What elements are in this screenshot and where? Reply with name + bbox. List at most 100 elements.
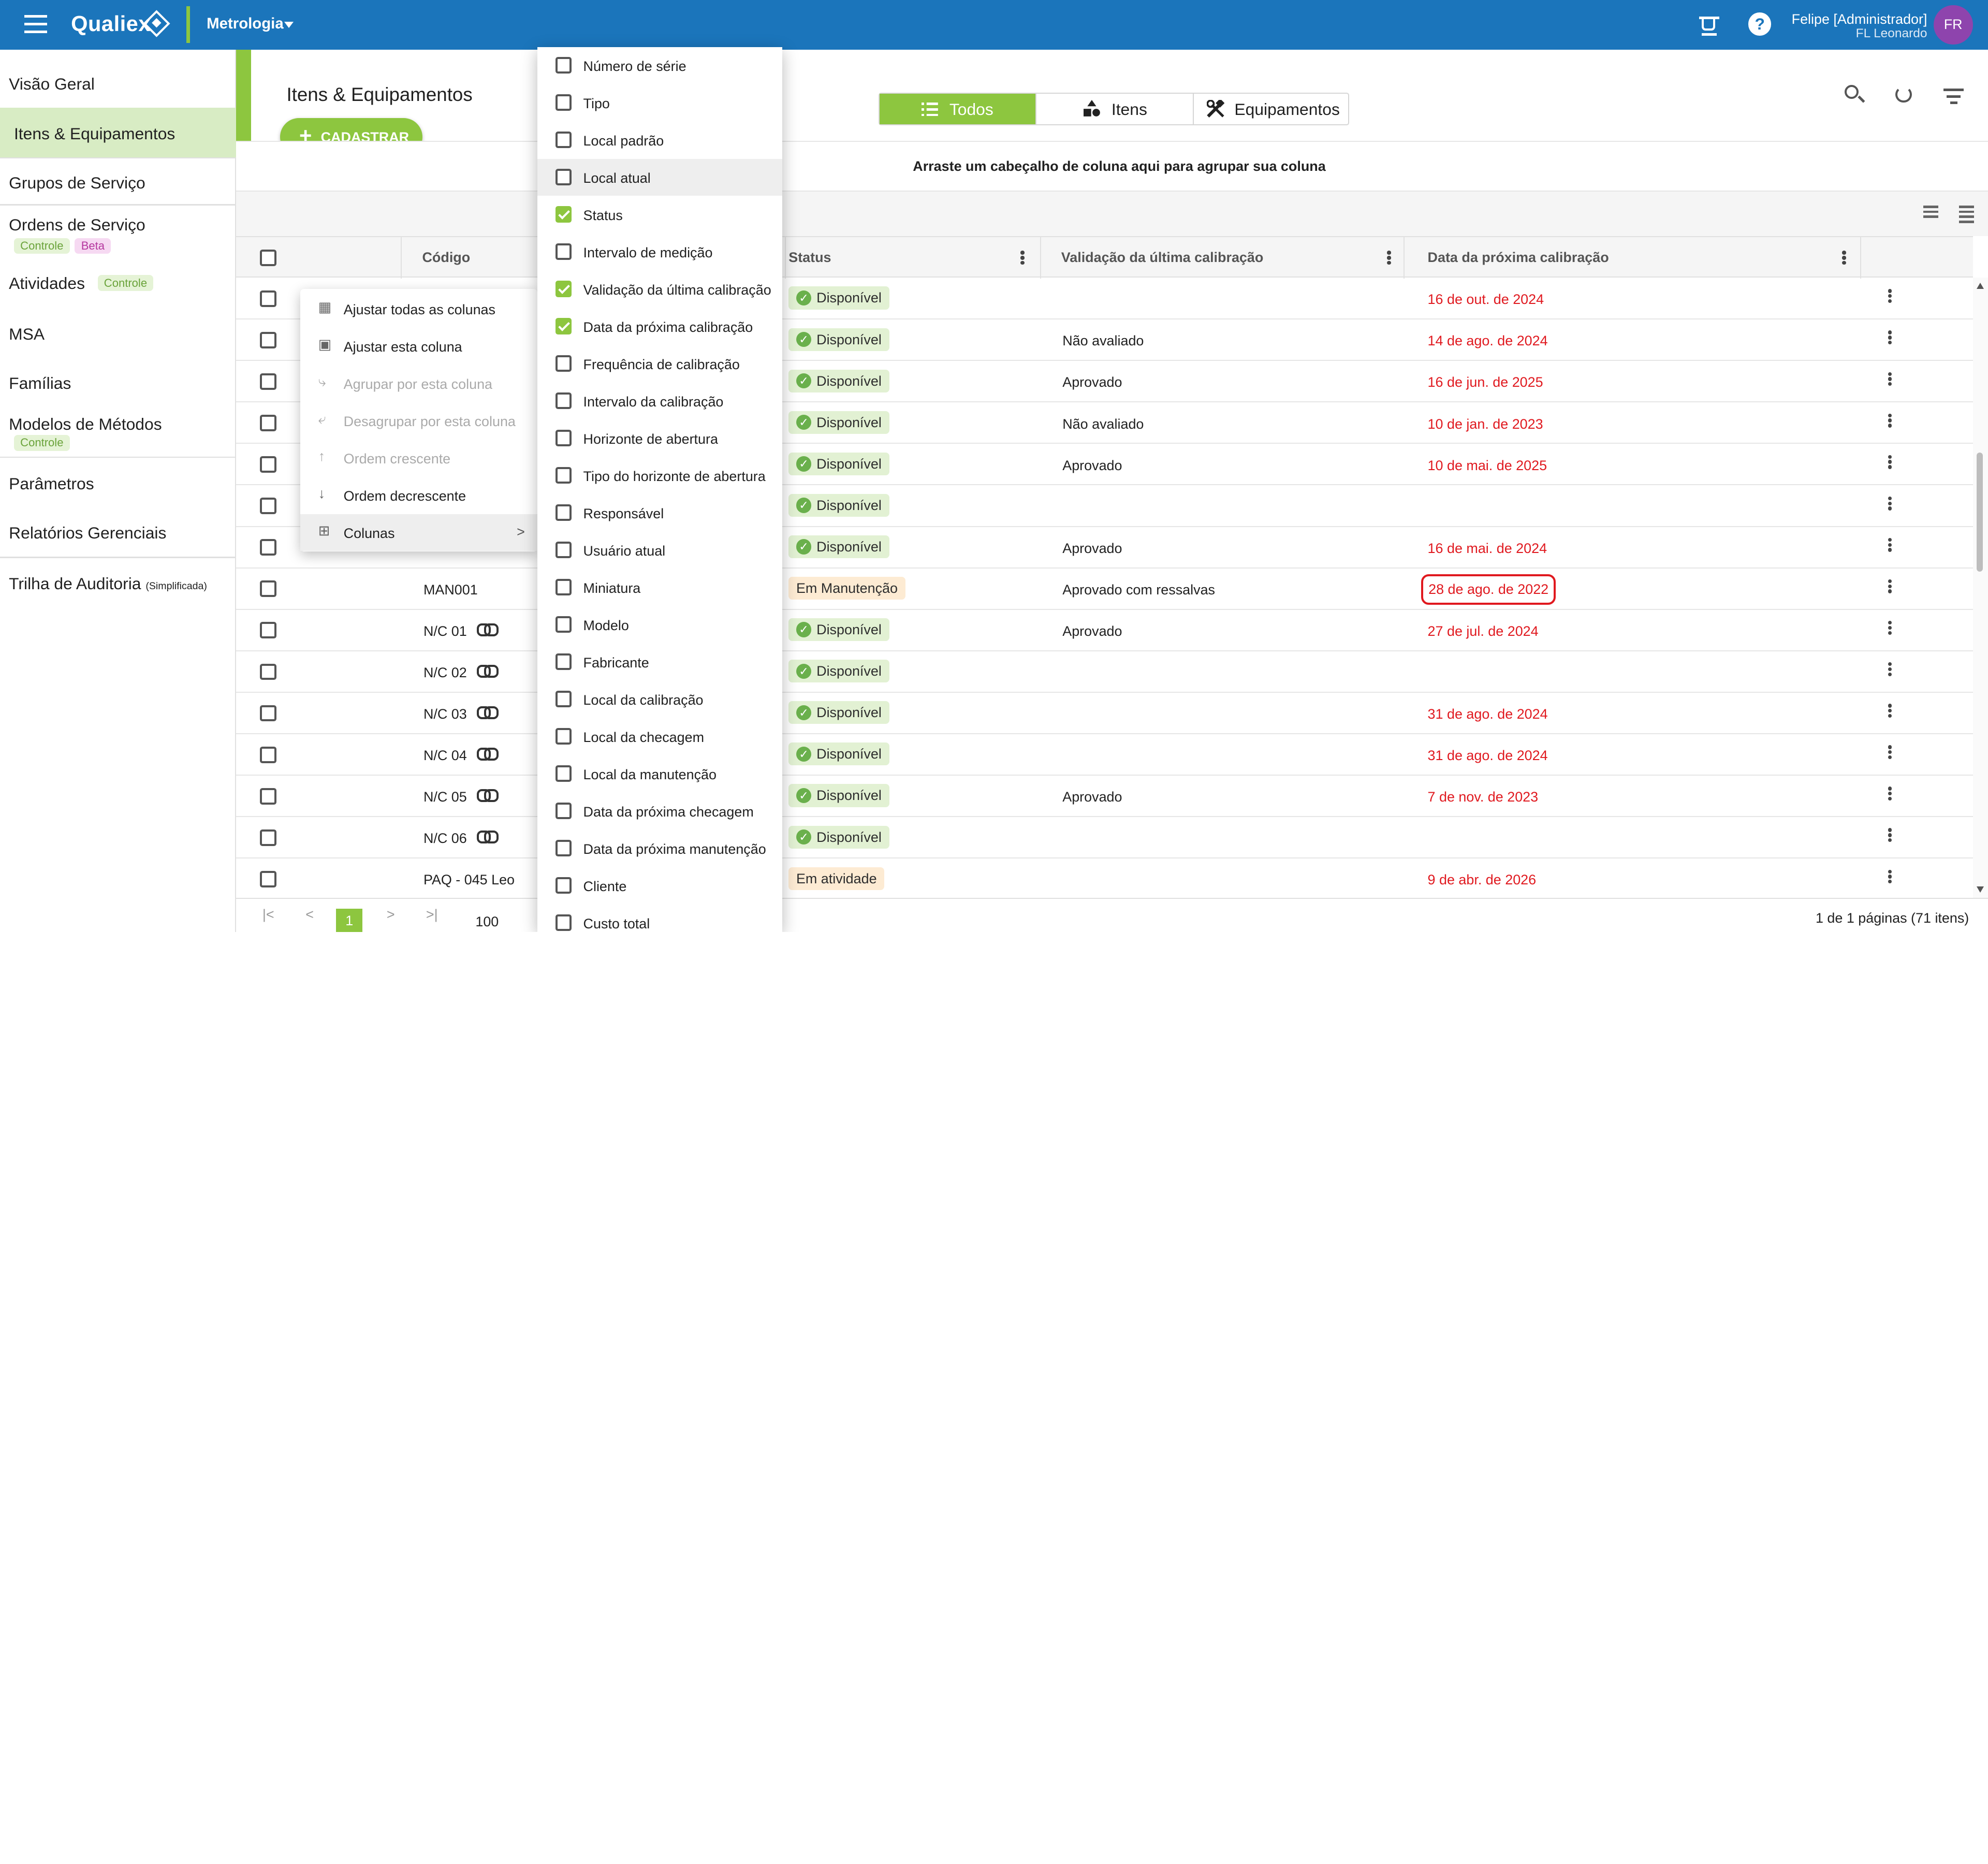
cell-code[interactable]: N/C 04	[423, 748, 467, 764]
column-checkbox[interactable]	[556, 728, 572, 745]
row-actions-icon[interactable]	[1888, 662, 1892, 679]
last-page-icon[interactable]: >|	[426, 907, 438, 923]
row-checkbox[interactable]	[260, 664, 276, 680]
row-checkbox[interactable]	[260, 788, 276, 805]
column-toggle-item[interactable]: Local atual	[537, 159, 782, 196]
search-icon[interactable]	[1845, 85, 1865, 105]
row-actions-icon[interactable]	[1888, 704, 1892, 720]
column-toggle-item[interactable]: Data da próxima manutenção	[537, 830, 782, 867]
help-icon[interactable]: ?	[1748, 12, 1771, 35]
scrollbar-thumb[interactable]	[1977, 453, 1983, 572]
sidebar-item-ordens-servico[interactable]: Ordens de Serviço ControleBeta	[0, 207, 236, 261]
table-row[interactable]: N/C 02Disponível	[236, 651, 1973, 693]
avatar[interactable]: FR	[1934, 5, 1973, 45]
sidebar-item-itens-equipamentos[interactable]: Itens & Equipamentos	[0, 108, 236, 157]
row-actions-icon[interactable]	[1888, 414, 1892, 430]
table-row[interactable]: PAQ - 045 LeoEm atividade9 de abr. de 20…	[236, 858, 1973, 897]
column-checkbox[interactable]	[556, 430, 572, 446]
row-actions-icon[interactable]	[1888, 745, 1892, 762]
column-toggle-item[interactable]: Tipo	[537, 84, 782, 121]
header-status[interactable]: Status	[786, 237, 1041, 279]
table-row[interactable]: N/C 01DisponívelAprovado27 de jul. de 20…	[236, 609, 1973, 651]
column-toggle-item[interactable]: Frequência de calibração	[537, 345, 782, 382]
row-checkbox[interactable]	[260, 498, 276, 514]
column-checkbox[interactable]	[556, 765, 572, 782]
first-page-icon[interactable]: |<	[262, 907, 274, 923]
row-checkbox[interactable]	[260, 456, 276, 473]
column-toggle-item[interactable]: Intervalo da calibração	[537, 383, 782, 419]
link-icon[interactable]	[477, 748, 497, 759]
column-checkbox[interactable]	[556, 94, 572, 111]
link-icon[interactable]	[477, 665, 497, 676]
tab-equipamentos[interactable]: Equipamentos	[1193, 94, 1348, 124]
column-checkbox[interactable]	[556, 616, 572, 633]
sidebar-item-relatorios[interactable]: Relatórios Gerenciais	[0, 511, 236, 553]
compact-view-icon[interactable]	[1923, 206, 1938, 221]
next-page-icon[interactable]: >	[387, 907, 395, 923]
sidebar-item-parametros[interactable]: Parâmetros	[0, 461, 236, 503]
column-checkbox[interactable]	[556, 877, 572, 894]
grid-scrollbar[interactable]	[1973, 278, 1988, 898]
link-icon[interactable]	[477, 623, 497, 635]
header-validacao[interactable]: Validação da última calibração	[1041, 237, 1405, 279]
row-actions-icon[interactable]	[1888, 538, 1892, 555]
detailed-view-icon[interactable]	[1959, 206, 1974, 221]
cell-code[interactable]: MAN001	[423, 582, 478, 598]
scroll-up-icon[interactable]	[1977, 283, 1984, 289]
column-checkbox[interactable]	[556, 542, 572, 558]
row-checkbox[interactable]	[260, 290, 276, 307]
column-toggle-item[interactable]: Data da próxima calibração	[537, 308, 782, 345]
sidebar-item-trilha-auditoria[interactable]: Trilha de Auditoria (Simplificada)	[0, 563, 236, 605]
column-toggle-item[interactable]: Fabricante	[537, 644, 782, 680]
prev-page-icon[interactable]: <	[305, 907, 314, 923]
column-toggle-item[interactable]: Miniatura	[537, 569, 782, 606]
column-checkbox[interactable]	[556, 206, 572, 223]
column-menu-icon[interactable]	[1387, 251, 1391, 265]
header-proxima-calibracao[interactable]: Data da próxima calibração	[1405, 237, 1861, 279]
column-toggle-item[interactable]: Local da manutenção	[537, 755, 782, 792]
table-row[interactable]: N/C 03Disponível31 de ago. de 2024	[236, 692, 1973, 734]
row-checkbox[interactable]	[260, 871, 276, 887]
column-toggle-item[interactable]: Local da calibração	[537, 681, 782, 718]
column-checkbox[interactable]	[556, 579, 572, 595]
row-actions-icon[interactable]	[1888, 497, 1892, 513]
row-checkbox[interactable]	[260, 539, 276, 556]
sidebar-item-atividades[interactable]: Atividades Controle	[0, 261, 236, 303]
row-checkbox[interactable]	[260, 580, 276, 597]
column-checkbox[interactable]	[556, 57, 572, 74]
column-toggle-item[interactable]: Intervalo de medição	[537, 234, 782, 270]
filter-icon[interactable]	[1943, 89, 1964, 109]
tab-todos[interactable]: Todos	[880, 94, 1035, 124]
row-actions-icon[interactable]	[1888, 372, 1892, 389]
sidebar-item-familias[interactable]: Famílias	[0, 361, 236, 403]
row-checkbox[interactable]	[260, 373, 276, 390]
cell-code[interactable]: N/C 01	[423, 623, 467, 639]
table-row[interactable]: N/C 04Disponível31 de ago. de 2024	[236, 734, 1973, 776]
link-icon[interactable]	[477, 831, 497, 842]
row-actions-icon[interactable]	[1888, 621, 1892, 637]
page-size-selector[interactable]: 100	[475, 914, 499, 930]
column-menu-icon[interactable]	[1842, 251, 1846, 265]
refresh-icon[interactable]	[1894, 85, 1914, 105]
column-toggle-item[interactable]: Usuário atual	[537, 532, 782, 569]
column-checkbox[interactable]	[556, 243, 572, 260]
row-checkbox[interactable]	[260, 747, 276, 763]
sidebar-item-visao-geral[interactable]: Visão Geral	[0, 62, 236, 104]
tab-itens[interactable]: Itens	[1035, 94, 1193, 124]
column-checkbox[interactable]	[556, 318, 572, 334]
column-checkbox[interactable]	[556, 803, 572, 819]
context-menu-item[interactable]: ▣Ajustar esta coluna	[300, 328, 537, 365]
column-toggle-item[interactable]: Data da próxima checagem	[537, 793, 782, 829]
cell-code[interactable]: N/C 03	[423, 706, 467, 722]
link-icon[interactable]	[477, 789, 497, 800]
column-checkbox[interactable]	[556, 467, 572, 484]
brand-logo[interactable]: Qualiex	[71, 11, 151, 36]
column-toggle-item[interactable]: Modelo	[537, 606, 782, 643]
row-actions-icon[interactable]	[1888, 289, 1892, 305]
cell-code[interactable]: N/C 05	[423, 789, 467, 805]
sidebar-item-msa[interactable]: MSA	[0, 312, 236, 354]
menu-icon[interactable]	[24, 15, 47, 33]
row-actions-icon[interactable]	[1888, 330, 1892, 347]
context-menu-item[interactable]: ⊞Colunas>	[300, 514, 537, 551]
column-checkbox[interactable]	[556, 653, 572, 670]
